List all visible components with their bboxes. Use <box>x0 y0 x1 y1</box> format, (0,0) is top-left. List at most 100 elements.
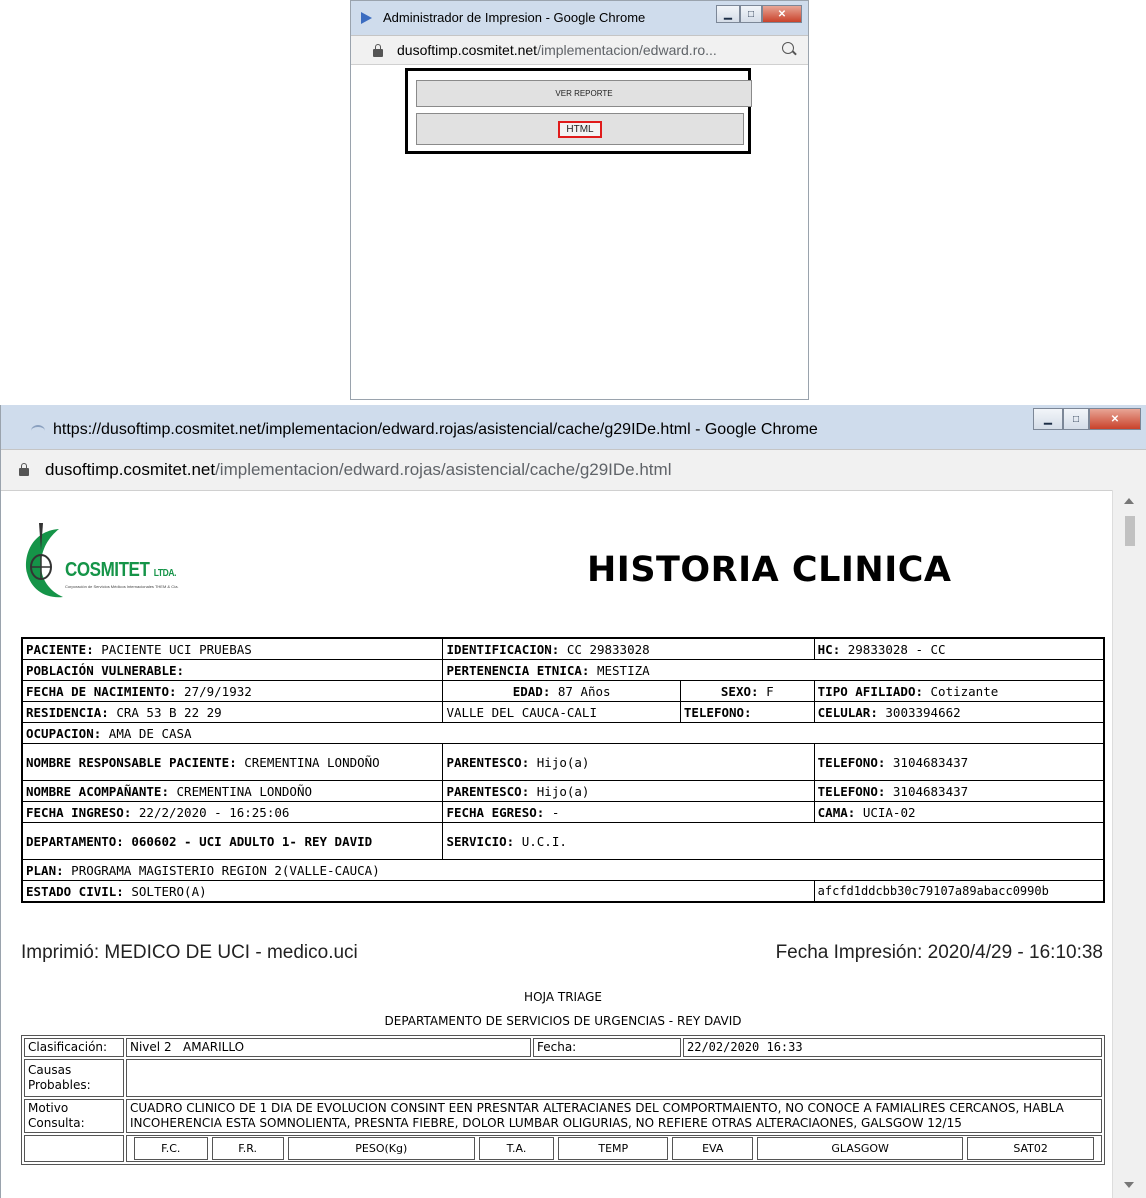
triage-table: Clasificación: Nivel 2 AMARILLO Fecha: 2… <box>21 1035 1105 1165</box>
logo-wordmark: COSMITET LTDA. <box>65 559 177 581</box>
table-row: Causas Probables: <box>24 1059 1102 1097</box>
html-button-container: HTML <box>416 113 744 145</box>
vitals-header: GLASGOW <box>757 1137 964 1160</box>
triage-title: HOJA TRIAGE <box>524 990 602 1004</box>
company-logo: COSMITET LTDA. Corporación de Servicios … <box>19 495 199 615</box>
table-row: NOMBRE RESPONSABLE PACIENTE: CREMENTINA … <box>21 743 1105 781</box>
table-row: FECHA INGRESO: 22/2/2020 - 16:25:06 FECH… <box>21 801 1105 823</box>
ciudad-cell: VALLE DEL CAUCA-CALI <box>442 701 681 723</box>
zoom-icon[interactable] <box>782 42 794 54</box>
vitals-header: SAT02 <box>967 1137 1094 1160</box>
hash-cell: afcfd1ddcbb30c79107a89abacc0990b <box>813 880 1105 903</box>
main-title-bar: https://dusoftimp.cosmitet.net/implement… <box>1 405 1146 449</box>
paciente-cell: PACIENTE: PACIENTE UCI PRUEBAS <box>21 637 444 660</box>
table-row: RESIDENCIA: CRA 53 B 22 29 VALLE DEL CAU… <box>21 701 1105 723</box>
vitals-header: F.R. <box>211 1137 284 1160</box>
loading-icon <box>31 425 45 437</box>
ocupacion-cell: OCUPACION: AMA DE CASA <box>21 722 1105 744</box>
parentesco-cell: PARENTESCO: Hijo(a) <box>442 743 815 781</box>
celular-cell: CELULAR: 3003394662 <box>813 701 1105 723</box>
table-row: OCUPACION: AMA DE CASA <box>21 722 1105 744</box>
main-window-controls: ▁ □ ✕ <box>1033 408 1141 430</box>
motivo-value: CUADRO CLINICO DE 1 DIA DE EVOLUCION CON… <box>126 1099 1102 1133</box>
table-row: ESTADO CIVIL: SOLTERO(A) afcfd1ddcbb30c7… <box>21 880 1105 903</box>
table-row: F.C. F.R. PESO(Kg) T.A. TEMP EVA GLASGOW SAT02 <box>134 1137 1094 1160</box>
vitals-table: F.C. F.R. PESO(Kg) T.A. TEMP EVA GLASGOW SAT02 <box>130 1137 1098 1160</box>
lock-icon <box>19 463 29 476</box>
main-address-bar[interactable]: dusoftimp.cosmitet.net/implementacion/ed… <box>1 449 1146 491</box>
table-row: PACIENTE: PACIENTE UCI PRUEBAS IDENTIFIC… <box>21 637 1105 660</box>
sexo-cell: SEXO: F <box>679 680 815 702</box>
poblacion-cell: POBLACIÓN VULNERABLE: <box>21 659 444 681</box>
document-title: HISTORIA CLINICA <box>587 550 952 590</box>
popup-address-bar[interactable]: dusoftimp.cosmitet.net/implementacion/ed… <box>351 35 808 65</box>
ver-reporte-button[interactable]: VER REPORTE <box>416 80 752 107</box>
close-icon[interactable]: ✕ <box>1089 408 1141 430</box>
patient-info-table: PACIENTE: PACIENTE UCI PRUEBAS IDENTIFIC… <box>21 637 1105 903</box>
acompanante-cell: NOMBRE ACOMPAÑANTE: CREMENTINA LONDOÑO <box>21 780 444 802</box>
causas-value <box>126 1059 1102 1097</box>
vitals-header: F.C. <box>134 1137 208 1160</box>
clasificacion-label: Clasificación: <box>24 1038 124 1057</box>
maximize-icon[interactable]: □ <box>1063 408 1089 430</box>
etnica-cell: PERTENENCIA ETNICA: MESTIZA <box>442 659 1105 681</box>
responsable-cell: NOMBRE RESPONSABLE PACIENTE: CREMENTINA … <box>21 743 444 781</box>
egreso-cell: FECHA EGRESO: - <box>442 801 815 823</box>
main-url[interactable]: dusoftimp.cosmitet.net/implementacion/ed… <box>45 460 671 480</box>
causas-label: Causas Probables: <box>24 1059 124 1097</box>
vitals-label <box>24 1135 124 1162</box>
vitals-header: EVA <box>672 1137 754 1160</box>
parentesco-acompanante-cell: PARENTESCO: Hijo(a) <box>442 780 815 802</box>
table-row: Clasificación: Nivel 2 AMARILLO Fecha: 2… <box>24 1038 1102 1057</box>
telefono-acompanante-cell: TELEFONO: 3104683437 <box>813 780 1105 802</box>
vitals-header: PESO(Kg) <box>287 1137 475 1160</box>
report-window: https://dusoftimp.cosmitet.net/implement… <box>0 405 1146 1198</box>
app-icon <box>361 12 372 24</box>
servicio-cell: SERVICIO: U.C.I. <box>442 822 1105 860</box>
maximize-icon[interactable]: □ <box>740 5 762 23</box>
table-row: PLAN: PROGRAMA MAGISTERIO REGION 2(VALLE… <box>21 859 1105 881</box>
popup-window-title: Administrador de Impresion - Google Chro… <box>383 10 646 25</box>
lock-icon <box>373 44 383 57</box>
fecha-label: Fecha: <box>533 1038 681 1057</box>
vitals-header: T.A. <box>478 1137 555 1160</box>
scroll-thumb[interactable] <box>1125 516 1135 546</box>
triage-subtitle: DEPARTAMENTO DE SERVICIOS DE URGENCIAS -… <box>384 1014 742 1028</box>
vitals-header: TEMP <box>558 1137 669 1160</box>
motivo-label: Motivo Consulta: <box>24 1099 124 1133</box>
popup-url[interactable]: dusoftimp.cosmitet.net/implementacion/ed… <box>397 42 717 58</box>
minimize-icon[interactable]: ▁ <box>1033 408 1063 430</box>
estado-civil-cell: ESTADO CIVIL: SOLTERO(A) <box>21 880 815 903</box>
popup-title-bar: Administrador de Impresion - Google Chro… <box>351 1 808 35</box>
table-row: Motivo Consulta: CUADRO CLINICO DE 1 DIA… <box>24 1099 1102 1133</box>
highlight-frame: VER REPORTE HTML <box>405 68 752 154</box>
telefono-cell: TELEFONO: <box>679 701 815 723</box>
table-row: F.C. F.R. PESO(Kg) T.A. TEMP EVA GLASGOW SAT02 <box>24 1135 1102 1162</box>
main-window-title: https://dusoftimp.cosmitet.net/implement… <box>53 421 818 438</box>
print-date: Fecha Impresión: 2020/4/29 - 16:10:38 <box>775 942 1103 963</box>
residencia-cell: RESIDENCIA: CRA 53 B 22 29 <box>21 701 444 723</box>
edad-cell: EDAD: 87 Años <box>442 680 681 702</box>
departamento-cell: DEPARTAMENTO: 060602 - UCI ADULTO 1- REY… <box>21 822 444 860</box>
close-icon[interactable]: ✕ <box>762 5 802 23</box>
scroll-up-icon[interactable] <box>1124 498 1134 504</box>
vertical-scrollbar[interactable] <box>1112 490 1146 1198</box>
table-row: DEPARTAMENTO: 060602 - UCI ADULTO 1- REY… <box>21 822 1105 860</box>
logo-subtitle: Corporación de Servicios Médicos Interna… <box>65 584 179 589</box>
fecha-value: 22/02/2020 16:33 <box>683 1038 1102 1057</box>
table-row: POBLACIÓN VULNERABLE: PERTENENCIA ETNICA… <box>21 659 1105 681</box>
html-button[interactable]: HTML <box>558 120 602 138</box>
hc-cell: HC: 29833028 - CC <box>813 637 1105 660</box>
minimize-icon[interactable]: ▁ <box>716 5 740 23</box>
popup-window-controls: ▁ □ ✕ <box>716 5 802 23</box>
plan-cell: PLAN: PROGRAMA MAGISTERIO REGION 2(VALLE… <box>21 859 1105 881</box>
cama-cell: CAMA: UCIA-02 <box>813 801 1105 823</box>
table-row: FECHA DE NACIMIENTO: 27/9/1932 EDAD: 87 … <box>21 680 1105 702</box>
table-row: NOMBRE ACOMPAÑANTE: CREMENTINA LONDOÑO P… <box>21 780 1105 802</box>
vitals-cell: F.C. F.R. PESO(Kg) T.A. TEMP EVA GLASGOW SAT02 <box>126 1135 1102 1162</box>
scroll-down-icon[interactable] <box>1124 1182 1134 1188</box>
clasificacion-value: Nivel 2 AMARILLO <box>126 1038 531 1057</box>
report-content: COSMITET LTDA. Corporación de Servicios … <box>1 490 1113 1198</box>
nacimiento-cell: FECHA DE NACIMIENTO: 27/9/1932 <box>21 680 444 702</box>
printed-by: Imprimió: MEDICO DE UCI - medico.uci <box>21 942 358 963</box>
